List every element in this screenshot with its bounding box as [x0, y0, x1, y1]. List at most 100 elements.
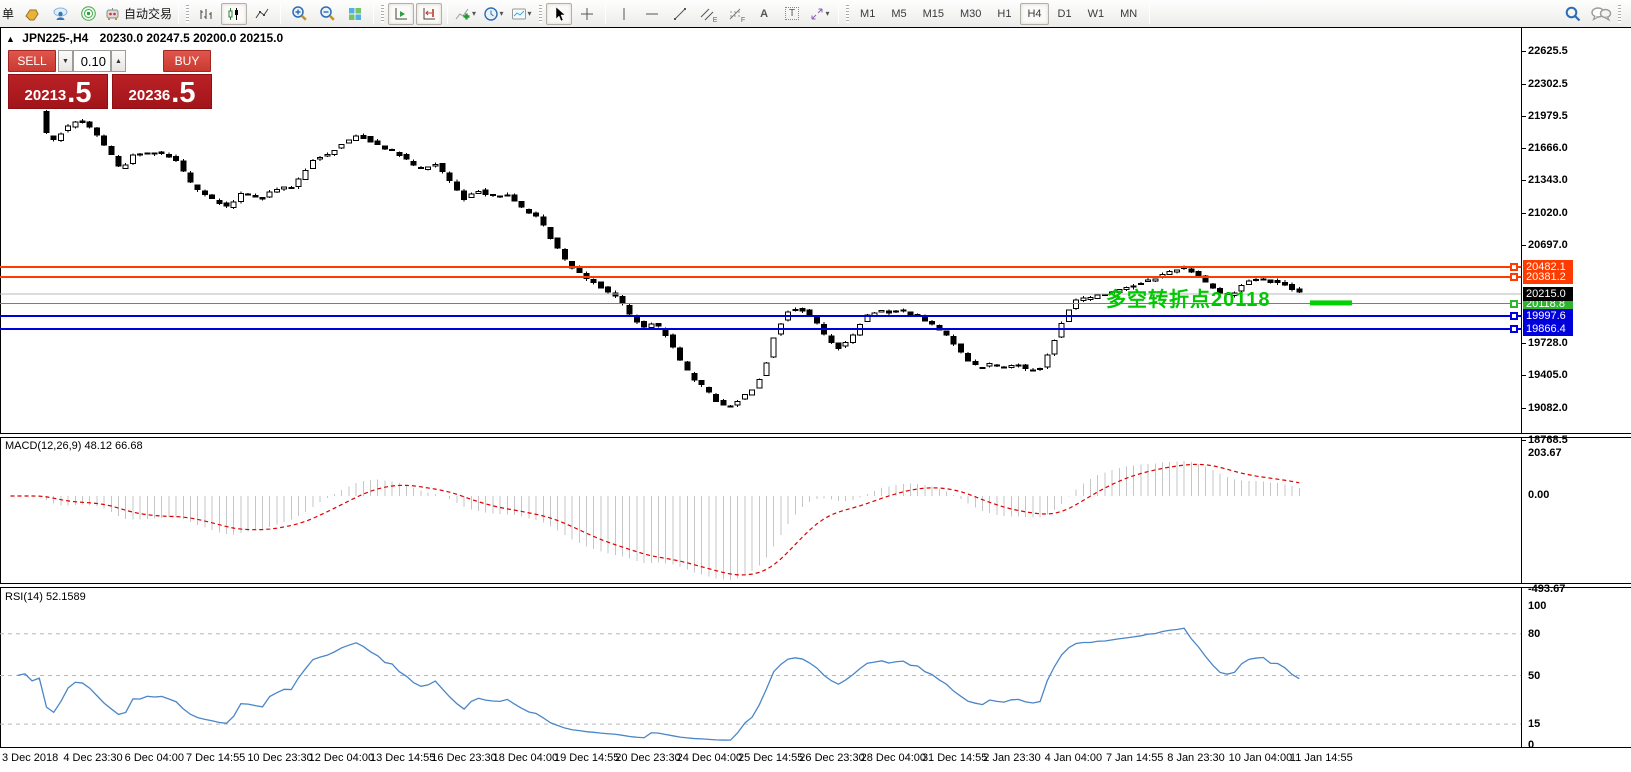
rsi-indicator-label: RSI(14) 52.1589: [5, 591, 86, 603]
dropdown-caret[interactable]: ▾: [472, 9, 476, 18]
hline-glyph: [646, 13, 659, 14]
hline-marker[interactable]: [1510, 324, 1518, 333]
current-price-tag: 20215.0: [1523, 286, 1573, 301]
time-axis-label: 4 Jan 04:00: [1044, 752, 1103, 764]
sell-button[interactable]: SELL: [8, 50, 56, 72]
buy-price-main: 20236: [128, 87, 171, 104]
timeframe-mn-button[interactable]: MN: [1113, 3, 1144, 25]
arrows-tool-icon[interactable]: ▾: [807, 3, 833, 25]
horizontal-lines-layer[interactable]: [0, 265, 1521, 330]
timeframe-h1-button[interactable]: H1: [990, 3, 1018, 25]
tile-windows-icon[interactable]: [342, 3, 368, 25]
time-axis-label: 10 Jan 04:00: [1228, 752, 1293, 764]
gold-nugget-icon[interactable]: [19, 3, 45, 25]
template-icon[interactable]: ▾: [509, 3, 535, 25]
price-chart-canvas[interactable]: [0, 28, 1521, 433]
chart-ohlc-values: 20230.0 20247.5 20200.0 20215.0: [99, 31, 284, 45]
dropdown-caret[interactable]: ▾: [500, 9, 504, 18]
line-chart-icon[interactable]: [249, 3, 275, 25]
periods-clock-icon[interactable]: ▾: [481, 3, 507, 25]
timeframe-m15-button[interactable]: M15: [916, 3, 951, 25]
radio-signal-glyph: [80, 6, 96, 21]
chart-shift-glyph: [423, 7, 436, 19]
timeframe-w1-button[interactable]: W1: [1081, 3, 1112, 25]
panel-collapse-arrow[interactable]: ▲: [6, 34, 15, 44]
macd-canvas[interactable]: [0, 438, 1521, 583]
autotrade-button[interactable]: 自动交易: [103, 3, 173, 25]
equidistant-channel-tool-icon[interactable]: E: [695, 3, 721, 25]
buy-button[interactable]: BUY: [163, 50, 211, 72]
timeframe-m5-button[interactable]: M5: [884, 3, 913, 25]
dropdown-caret[interactable]: ▾: [528, 9, 532, 18]
time-axis-label: 28 Dec 04:00: [860, 752, 927, 764]
volume-increase-button[interactable]: ▲: [111, 50, 126, 72]
timeframe-m30-button[interactable]: M30: [953, 3, 988, 25]
toolbar-grip[interactable]: [381, 4, 385, 23]
price-axis-tick: [1521, 342, 1526, 344]
buy-price-box[interactable]: 20236 .5: [112, 74, 212, 109]
volume-decrease-button[interactable]: ▼: [58, 50, 73, 72]
highlight-segment[interactable]: [1310, 300, 1352, 306]
hline-marker[interactable]: [1510, 262, 1518, 271]
rsi-axis-label: 50: [1528, 669, 1541, 682]
search-icon[interactable]: [1560, 3, 1586, 25]
sell-price-main: 20213: [24, 87, 67, 104]
channel-letter: E: [712, 16, 718, 24]
macd-axis-label: 203.67: [1528, 447, 1562, 459]
pane-separator-macd[interactable]: [0, 433, 1631, 438]
dropdown-caret[interactable]: ▾: [826, 9, 830, 18]
vertical-line-tool-icon[interactable]: [611, 3, 637, 25]
time-axis-label: 26 Dec 23:30: [799, 752, 865, 764]
price-axis-tick: [1521, 407, 1526, 409]
hline-marker[interactable]: [1510, 273, 1518, 282]
toolbar-grip[interactable]: [1618, 4, 1621, 23]
zoom-out-icon[interactable]: [314, 3, 340, 25]
sell-price-pip: .5: [67, 76, 92, 109]
indicators-icon[interactable]: ▾: [453, 3, 479, 25]
toolbar-grip[interactable]: [186, 4, 190, 23]
sell-price-box[interactable]: 20213 .5: [8, 74, 108, 109]
volume-input[interactable]: [73, 50, 111, 72]
candlestick-chart-icon[interactable]: [221, 2, 248, 25]
horizontal-line-tool-icon[interactable]: [639, 3, 665, 25]
time-axis-label: 11 Jan 14:55: [1289, 752, 1353, 764]
price-axis-tick: [1521, 212, 1526, 214]
hline-marker[interactable]: [1510, 299, 1518, 308]
chat-icon[interactable]: [1588, 3, 1614, 25]
crosshair-glyph: [581, 7, 594, 20]
pane-separator-rsi[interactable]: [0, 583, 1631, 588]
text-tool-icon[interactable]: A: [751, 3, 777, 25]
zoom-in-icon[interactable]: [286, 3, 312, 25]
chart-shift-icon[interactable]: [416, 2, 443, 25]
price-axis-tick: [1521, 375, 1526, 377]
time-axis-line[interactable]: [0, 747, 1631, 748]
toolbar-grip[interactable]: [539, 4, 543, 23]
crosshair-icon[interactable]: [574, 3, 600, 25]
vline-glyph: [623, 7, 625, 20]
timeframe-d1-button[interactable]: D1: [1051, 3, 1079, 25]
fibonacci-tool-icon[interactable]: F: [723, 3, 749, 25]
price-line-tag: 19997.6: [1523, 308, 1573, 323]
price-axis-label: 21979.5: [1528, 110, 1568, 123]
new-order-button[interactable]: 单: [2, 5, 14, 22]
bar-chart-icon[interactable]: [193, 3, 219, 25]
time-axis-label: 31 Dec 14:55: [921, 752, 988, 764]
timeframe-m1-button[interactable]: M1: [853, 3, 882, 25]
text-label-tool-icon[interactable]: T: [779, 3, 805, 25]
rsi-canvas[interactable]: [0, 588, 1521, 746]
hline-marker[interactable]: [1510, 311, 1518, 320]
time-axis-label: 24 Dec 04:00: [676, 752, 743, 764]
price-axis-line[interactable]: [1521, 28, 1522, 747]
timeframe-h4-button[interactable]: H4: [1020, 2, 1049, 25]
cursor-icon[interactable]: [546, 2, 573, 25]
person-cloud-icon[interactable]: [47, 3, 73, 25]
time-axis-label: 3 Dec 2018: [2, 752, 59, 764]
price-axis-label: 18768.5: [1528, 433, 1568, 446]
text-label-glyph: T: [784, 7, 800, 20]
toolbar-grip[interactable]: [846, 4, 850, 23]
auto-scroll-icon[interactable]: [388, 2, 415, 25]
radio-signal-icon[interactable]: [75, 3, 101, 25]
time-axis-label: 18 Dec 04:00: [492, 752, 559, 764]
candlestick-glyph: [228, 7, 239, 20]
trendline-tool-icon[interactable]: [667, 3, 693, 25]
